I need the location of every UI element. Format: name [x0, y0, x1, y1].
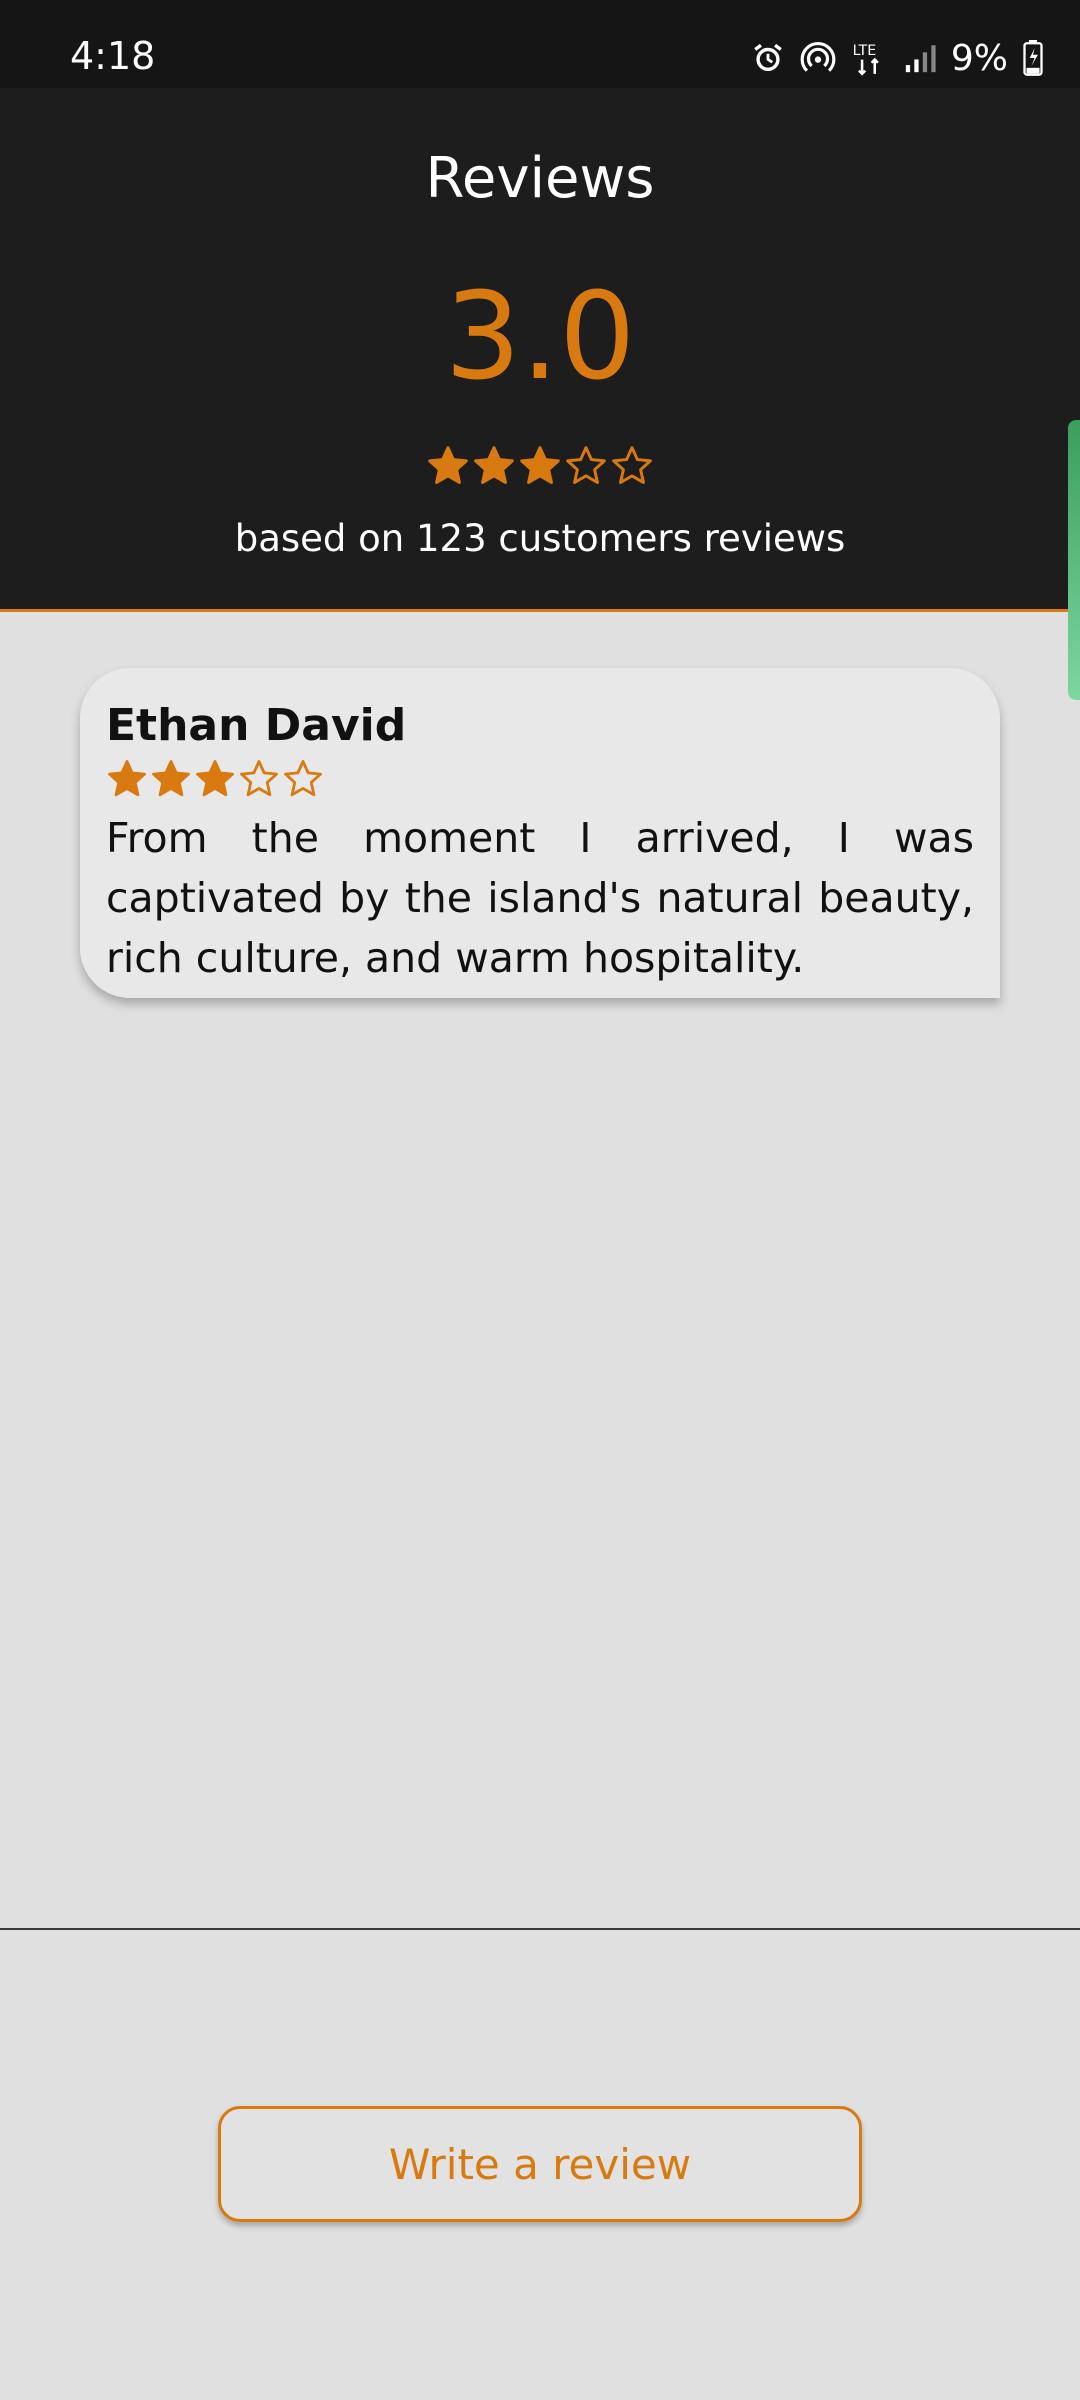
- star-filled-icon: [196, 760, 234, 797]
- signal-icon: [903, 41, 937, 75]
- hotspot-icon: [799, 39, 837, 77]
- write-review-button[interactable]: Write a review: [218, 2106, 862, 2222]
- reviewer-name: Ethan David: [106, 700, 407, 751]
- battery-percent: 9%: [950, 37, 1008, 79]
- svg-text:LTE: LTE: [852, 43, 876, 59]
- star-filled-icon: [474, 446, 514, 484]
- star-filled-icon: [108, 760, 146, 797]
- reviews-summary-header: Reviews 3.0 based on 123 customers revie…: [0, 88, 1080, 612]
- star-empty-icon: [612, 446, 652, 484]
- star-filled-icon: [152, 760, 190, 797]
- review-count-text: based on 123 customers reviews: [234, 517, 846, 560]
- status-bar: 4:18 LTE 9%: [0, 0, 1080, 88]
- star-empty-icon: [566, 446, 606, 484]
- page-title: Reviews: [425, 146, 655, 211]
- star-filled-icon: [428, 446, 468, 484]
- edge-panel-handle[interactable]: [1068, 420, 1080, 700]
- review-card: Ethan David From the moment I arrived, I…: [80, 668, 1000, 998]
- battery-charging-icon: [1022, 40, 1044, 76]
- status-time: 4:18: [70, 34, 156, 78]
- average-rating: 3.0: [444, 268, 636, 407]
- star-filled-icon: [520, 446, 560, 484]
- status-icons: LTE 9%: [751, 36, 1044, 80]
- review-rating-stars: [106, 758, 974, 802]
- lte-icon: LTE: [851, 39, 889, 77]
- average-rating-stars: [0, 444, 1080, 492]
- alarm-icon: [751, 41, 785, 75]
- star-empty-icon: [284, 760, 322, 797]
- star-empty-icon: [240, 760, 278, 797]
- review-text: From the moment I arrived, I was captiva…: [106, 814, 974, 982]
- divider: [0, 1928, 1080, 1930]
